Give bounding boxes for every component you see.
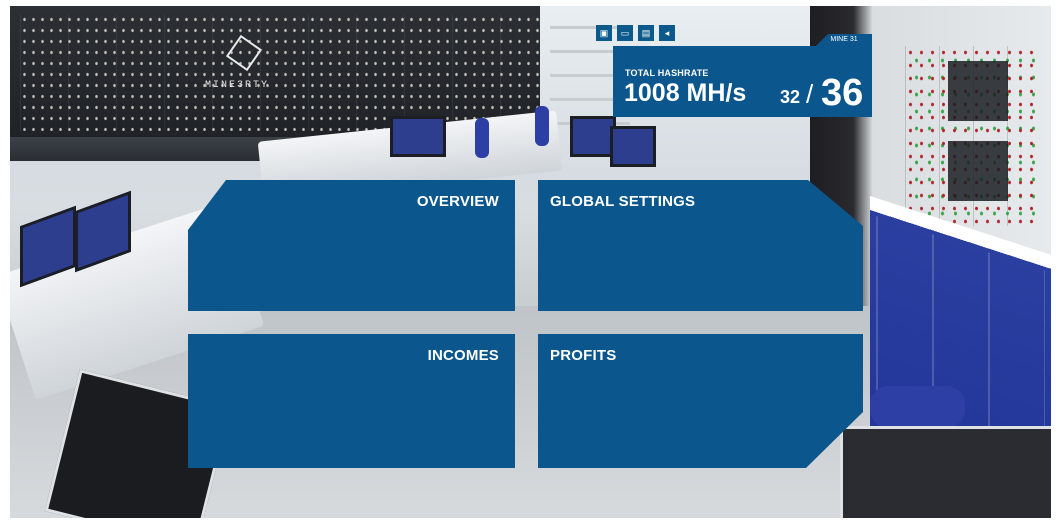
global-settings-label: GLOBAL SETTINGS — [550, 193, 696, 210]
incomes-tile[interactable]: INCOMES — [188, 334, 515, 468]
profits-tile[interactable]: PROFITS — [538, 334, 863, 468]
foreground-monitor — [840, 426, 1051, 518]
logo: MINE3RTY — [205, 34, 285, 98]
rack-screens — [948, 61, 1008, 211]
trash-icon[interactable]: ▤ — [638, 25, 654, 41]
total-miners-count: 36 — [821, 72, 864, 114]
count-separator: / — [806, 79, 814, 109]
global-settings-tile[interactable]: GLOBAL SETTINGS — [538, 180, 863, 311]
overview-label: OVERVIEW — [416, 193, 499, 210]
monitor — [390, 116, 446, 157]
hashrate-panel: MINE 31 TOTAL HASHRATE 1008 MH/s 32 / 36 — [613, 34, 872, 117]
active-miners-count: 32 — [780, 87, 801, 107]
overview-tile[interactable]: OVERVIEW — [188, 180, 515, 311]
top-toolbar: ▣ ▭ ▤ ◂ — [596, 25, 675, 41]
chair — [870, 386, 965, 428]
logo-text: MINE3RTY — [205, 80, 270, 91]
hashrate-label: TOTAL HASHRATE — [625, 68, 709, 78]
sound-icon[interactable]: ◂ — [659, 25, 675, 41]
control-room-background: MINE3RTY — [10, 6, 1051, 518]
monitor — [610, 126, 656, 167]
chair — [475, 118, 489, 158]
save-icon[interactable]: ▣ — [596, 25, 612, 41]
incomes-label: INCOMES — [427, 347, 499, 364]
logo-icon — [225, 34, 263, 72]
chair — [535, 106, 549, 146]
device-icon[interactable]: ▭ — [617, 25, 633, 41]
hashrate-value: 1008 MH/s — [624, 79, 747, 107]
profits-label: PROFITS — [550, 347, 617, 364]
